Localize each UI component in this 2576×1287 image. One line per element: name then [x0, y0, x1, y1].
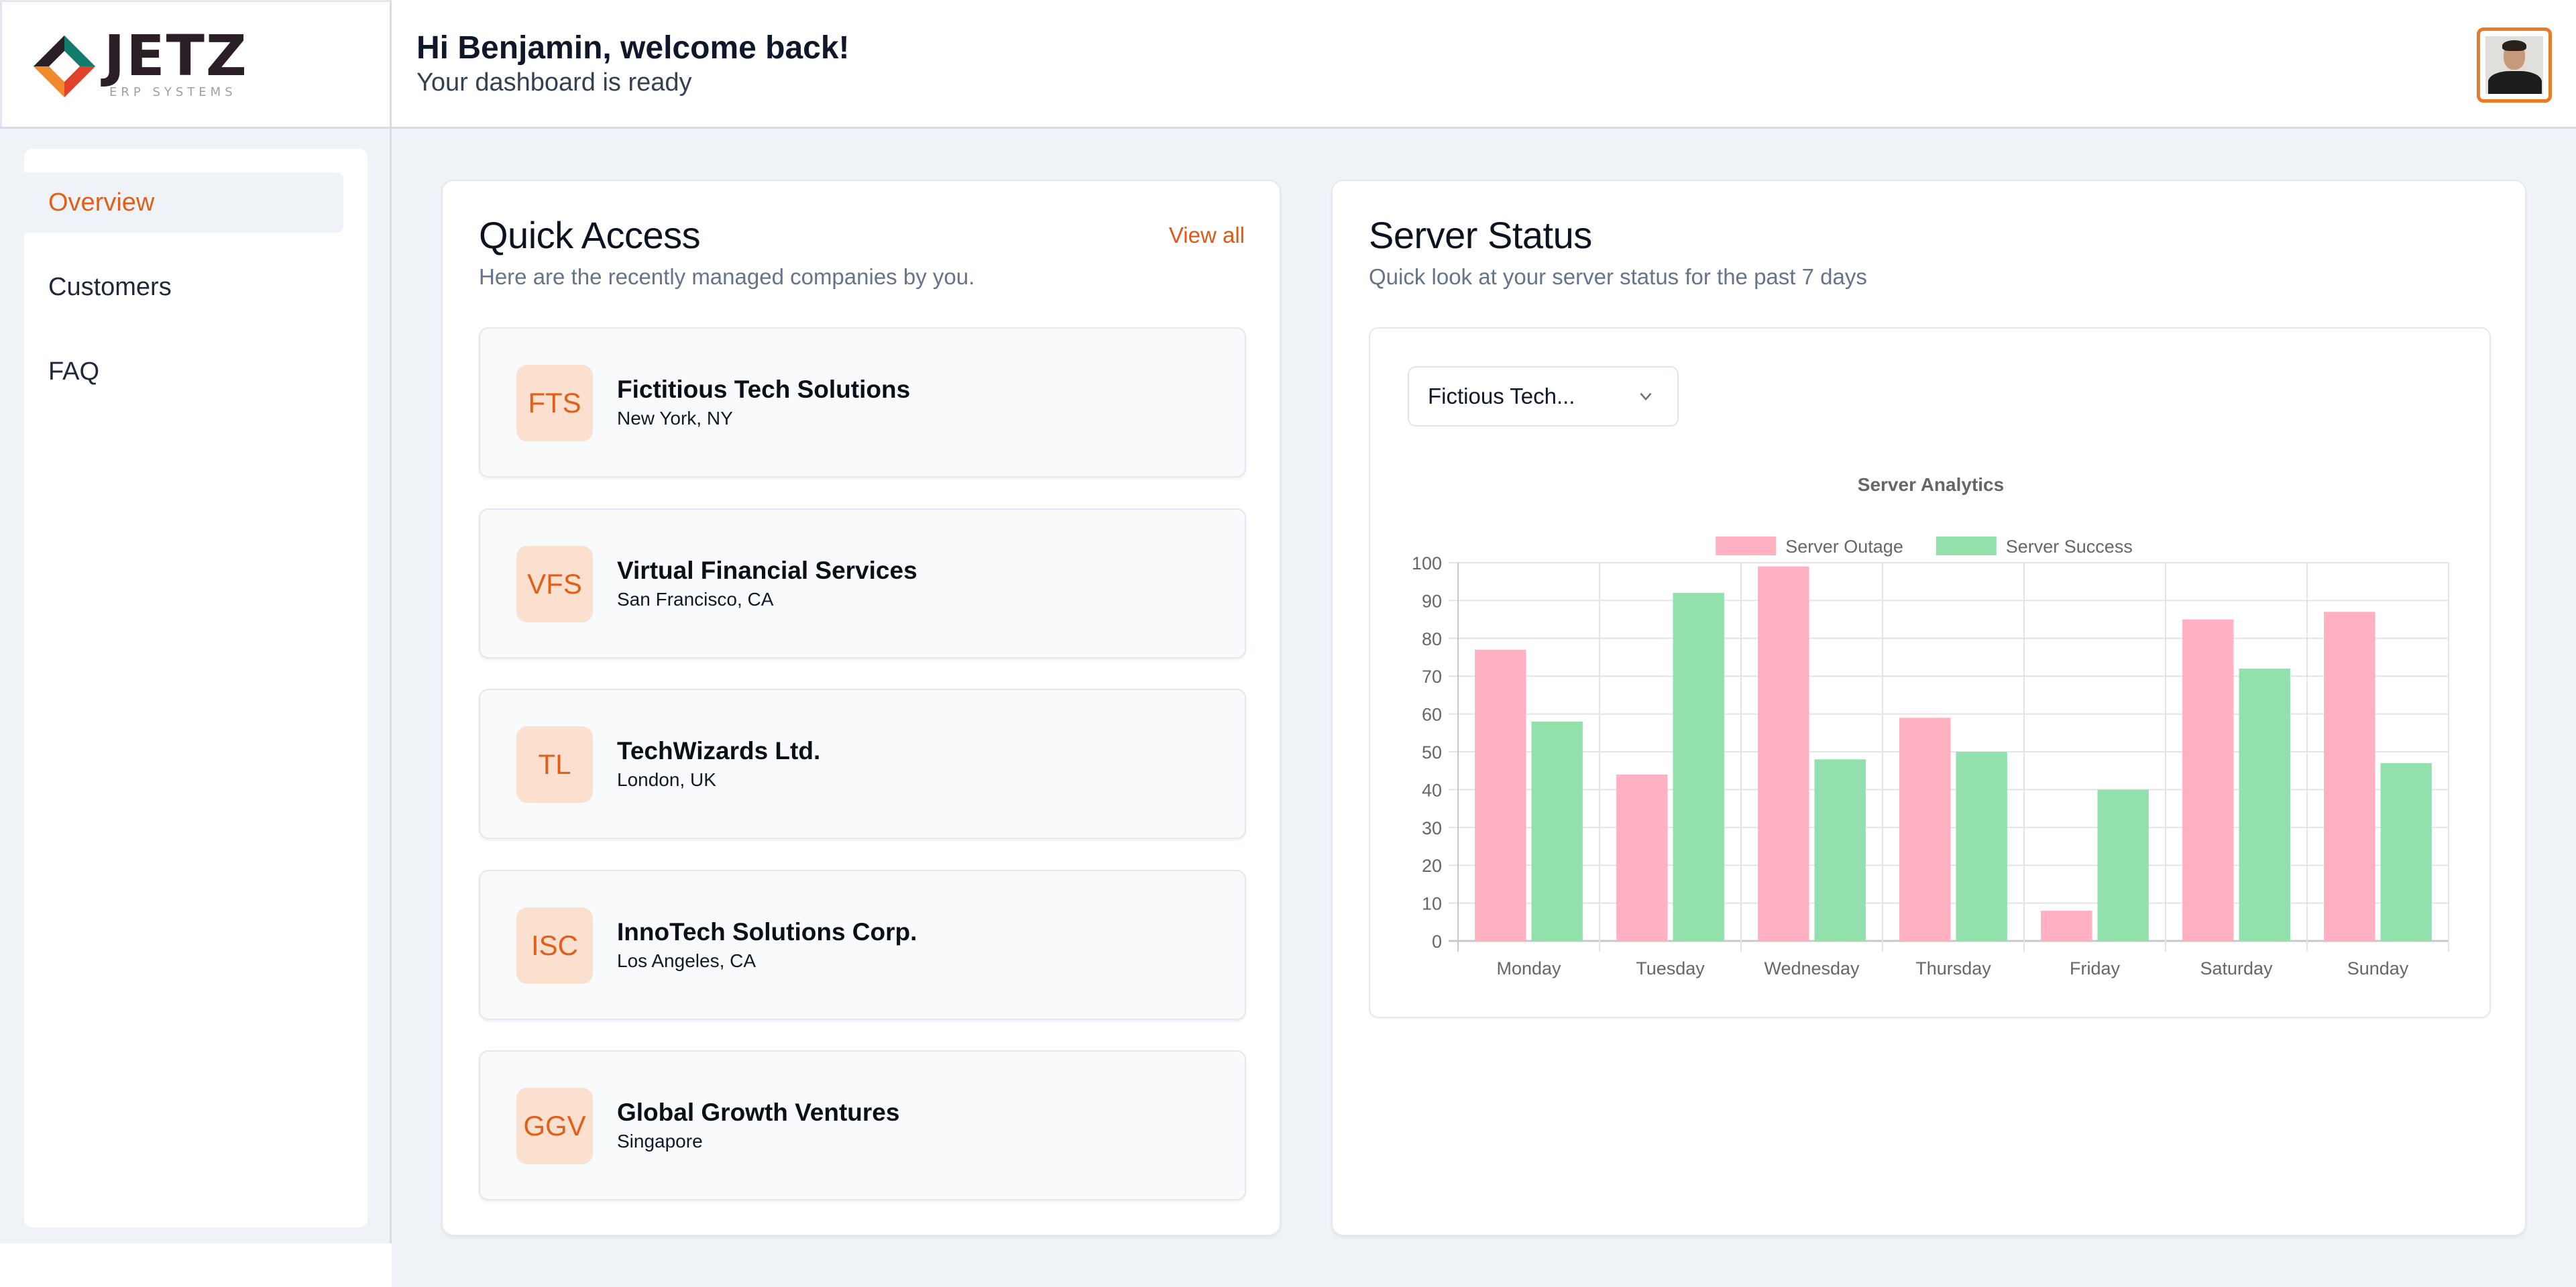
bar-server-outage[interactable]	[2041, 910, 2092, 941]
legend-swatch[interactable]	[1936, 537, 1997, 555]
company-initials-badge: TL	[516, 726, 593, 803]
company-name: Virtual Financial Services	[617, 557, 917, 584]
y-tick-label: 30	[1422, 818, 1442, 838]
x-tick-label: Wednesday	[1764, 958, 1860, 978]
company-name: TechWizards Ltd.	[617, 737, 821, 765]
server-status-subtitle: Quick look at your server status for the…	[1369, 264, 1867, 289]
sidebar-item-overview[interactable]: Overview	[24, 172, 343, 233]
chart-legend: Server Outage Server Success	[1716, 537, 2133, 557]
y-tick-label: 100	[1412, 553, 1442, 573]
bar-server-success[interactable]	[2380, 763, 2432, 941]
x-tick-label: Sunday	[2347, 958, 2409, 978]
logo-mark-icon	[33, 35, 96, 98]
chart-panel: Fictious Tech... Server Analytics Server…	[1369, 327, 2491, 1018]
quick-access-card: Quick Access View all Here are the recen…	[441, 180, 1281, 1236]
sidebar-item-faq[interactable]: FAQ	[24, 341, 343, 402]
x-tick-label: Tuesday	[1636, 958, 1705, 978]
y-tick-label: 70	[1422, 667, 1442, 687]
x-tick-label: Thursday	[1915, 958, 1991, 978]
y-tick-label: 60	[1422, 705, 1442, 725]
y-tick-label: 40	[1422, 780, 1442, 800]
bar-server-outage[interactable]	[1899, 718, 1951, 941]
y-tick-label: 50	[1422, 742, 1442, 763]
bar-server-success[interactable]	[2097, 789, 2149, 941]
bar-server-outage[interactable]	[2324, 612, 2375, 941]
server-status-card: Server Status Quick look at your server …	[1331, 180, 2526, 1236]
server-analytics-chart: Server Analytics Server Outage Server Suc…	[1412, 474, 2449, 978]
company-initials-badge: FTS	[516, 365, 593, 441]
chart-bars	[1475, 566, 2432, 941]
y-tick-label: 80	[1422, 629, 1442, 649]
y-tick-label: 0	[1432, 932, 1442, 952]
chart-title: Server Analytics	[1858, 474, 2004, 495]
sidebar: Overview Customers FAQ	[24, 149, 368, 1227]
legend-swatch[interactable]	[1716, 537, 1777, 555]
x-axis: Monday Tuesday Wednesday Thursday Friday Satu…	[1496, 958, 2408, 978]
legend-label[interactable]: Server Outage	[1785, 537, 1903, 557]
avatar-icon	[2485, 36, 2543, 94]
server-status-title: Server Status	[1369, 214, 1592, 256]
y-axis: 0 10 20 30 40 50 60 70 80 90 100	[1412, 553, 1442, 952]
company-location: San Francisco, CA	[617, 589, 774, 610]
company-item[interactable]: TL TechWizards Ltd. London, UK	[479, 689, 1246, 839]
quick-access-title: Quick Access	[479, 214, 701, 256]
company-initials-badge: VFS	[516, 546, 593, 622]
bar-server-outage[interactable]	[2182, 619, 2234, 941]
quick-access-subtitle: Here are the recently managed companies …	[479, 264, 975, 289]
company-location: London, UK	[617, 769, 716, 790]
welcome-heading: Hi Benjamin, welcome back!	[416, 30, 850, 66]
y-tick-label: 10	[1422, 894, 1442, 914]
x-tick-label: Monday	[1496, 958, 1561, 978]
company-location: Los Angeles, CA	[617, 950, 757, 971]
y-tick-label: 20	[1422, 856, 1442, 876]
x-tick-label: Friday	[2070, 958, 2121, 978]
y-tick-label: 90	[1422, 591, 1442, 611]
company-item[interactable]: FTS Fictitious Tech Solutions New York, …	[479, 327, 1246, 478]
bar-server-success[interactable]	[1814, 759, 1866, 941]
bar-server-outage[interactable]	[1758, 566, 1809, 941]
bar-server-outage[interactable]	[1475, 649, 1526, 941]
company-name: Global Growth Ventures	[617, 1099, 900, 1126]
company-location: New York, NY	[617, 408, 733, 429]
sidebar-item-customers[interactable]: Customers	[24, 257, 343, 317]
bar-server-outage[interactable]	[1616, 774, 1668, 941]
logo-wordmark: JETZ	[104, 23, 248, 89]
company-initials-badge: ISC	[516, 907, 593, 984]
logo[interactable]: JETZ ERP SYSTEMS	[0, 0, 392, 127]
company-item[interactable]: VFS Virtual Financial Services San Franc…	[479, 508, 1246, 659]
welcome-subtitle: Your dashboard is ready	[416, 68, 692, 97]
logo-tagline: ERP SYSTEMS	[109, 85, 237, 99]
company-location: Singapore	[617, 1131, 703, 1152]
company-item[interactable]: GGV Global Growth Ventures Singapore	[479, 1050, 1246, 1200]
bar-server-success[interactable]	[1673, 593, 1724, 941]
company-initials-badge: GGV	[516, 1088, 593, 1164]
legend-label[interactable]: Server Success	[2006, 537, 2133, 557]
sidebar-footer	[0, 1243, 392, 1287]
bar-server-success[interactable]	[2239, 668, 2290, 941]
x-tick-label: Saturday	[2200, 958, 2273, 978]
company-item[interactable]: ISC InnoTech Solutions Corp. Los Angeles…	[479, 870, 1246, 1020]
company-name: Fictitious Tech Solutions	[617, 376, 911, 403]
view-all-link[interactable]: View all	[1169, 223, 1245, 248]
bar-server-success[interactable]	[1531, 721, 1583, 941]
top-header: JETZ ERP SYSTEMS Hi Benjamin, welcome ba…	[0, 0, 2576, 129]
company-name: InnoTech Solutions Corp.	[617, 918, 917, 946]
user-avatar-button[interactable]	[2477, 27, 2552, 103]
bar-server-success[interactable]	[1956, 752, 2007, 941]
